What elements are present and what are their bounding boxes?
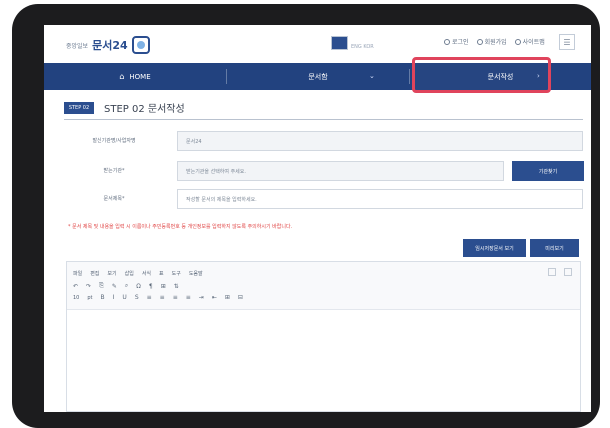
nav-inbox-label: 문서함 [308,72,328,81]
sender-label: 발신기관명/사업자명 [92,138,136,144]
align-center-icon[interactable]: ≡ [160,294,165,301]
top-link-signup[interactable]: 회원가입 [476,37,507,46]
redo-icon[interactable]: ↷ [86,283,91,290]
title-label: 문서제목* [103,196,125,202]
menu-icon[interactable]: ☰ [559,34,575,50]
form-row-sender: 발신기관명/사업자명 문서24 [64,131,583,153]
top-link-label: 로그인 [452,39,469,46]
user-plus-icon [476,38,483,45]
line-height-icon[interactable]: ⇅ [174,283,179,290]
font-size-select[interactable]: 10 [73,295,79,301]
editor-menu-row: 파일 편집 보기 삽입 서식 표 도구 도움말 [73,270,203,277]
top-link-sitemap[interactable]: 사이트맵 [514,37,545,46]
section-divider [64,119,583,120]
rich-text-editor[interactable]: 파일 편집 보기 삽입 서식 표 도구 도움말 ↶ ↷ ⎘ ✎ ⌕ Ω ¶ ⊞ … [66,261,581,412]
underline-icon[interactable]: U [122,294,126,301]
privacy-notice: * 문서 제목 및 내용을 입력 시 이름이나 주민등록번호 등 개인정보를 입… [68,224,293,230]
preview-button[interactable]: 미리보기 [530,239,579,257]
chevron-down-icon: ⌄ [369,72,375,80]
nav-inbox[interactable]: 문서함 [227,63,409,90]
undo-icon[interactable]: ↶ [73,283,78,290]
form-row-title: 문서제목* 작성할 문서의 제목을 입력하세요. [64,189,583,211]
editor-menu-help[interactable]: 도움말 [189,270,203,277]
editor-menu-view[interactable]: 보기 [107,270,116,277]
search-icon[interactable]: ⌕ [125,282,128,290]
language-switch[interactable]: ENG KOR [331,36,374,50]
user-icon [444,38,450,45]
editor-right-controls [548,268,572,276]
edit-icon[interactable]: ✎ [112,283,117,290]
settings-icon[interactable] [564,268,572,276]
editor-toolbar-row-2: ↶ ↷ ⎘ ✎ ⌕ Ω ¶ ⊞ ⇅ [73,282,179,290]
bold-icon[interactable]: B [101,294,105,301]
outdent-icon[interactable]: ⇤ [212,294,217,301]
table-icon[interactable]: ⊞ [161,283,166,290]
editor-menu-format[interactable]: 서식 [142,270,151,277]
editor-toolbar: 파일 편집 보기 삽입 서식 표 도구 도움말 ↶ ↷ ⎘ ✎ ⌕ Ω ¶ ⊞ … [67,262,580,310]
step-heading: STEP 02 STEP 02 문서작성 [64,100,185,115]
editor-menu-file[interactable]: 파일 [73,270,82,277]
nav-home-label: HOME [129,72,151,81]
tablet-frame: 중앙일보 문서24 ENG KOR 로그인 회원가입 사이트맵 ☰ ⌂ HOME… [12,4,600,428]
insert-table-icon[interactable]: ⊞ [225,294,230,301]
indent-icon[interactable]: ⇥ [199,294,204,301]
nav-highlight-frame [412,57,551,93]
italic-icon[interactable]: I [113,294,115,301]
editor-toolbar-row-3: 10 pt B I U S ≡ ≡ ≡ ≡ ⇥ ⇤ ⊞ ⊟ [73,294,243,301]
page-title: STEP 02 문서작성 [104,104,185,115]
editor-content-area[interactable] [67,310,580,411]
top-link-label: 사이트맵 [522,39,545,46]
site-logo[interactable]: 중앙일보 문서24 [66,35,150,55]
top-link-label: 회원가입 [484,39,507,46]
editor-menu-tools[interactable]: 도구 [172,270,181,277]
title-input[interactable]: 작성할 문서의 제목을 입력하세요. [177,189,583,209]
recipient-field[interactable]: 받는기관을 선택하여 주세요. [177,161,504,181]
top-links: 로그인 회원가입 사이트맵 [444,37,545,46]
editor-menu-edit[interactable]: 편집 [90,270,99,277]
copy-icon[interactable]: ⎘ [99,282,104,290]
font-unit-select[interactable]: pt [87,295,92,301]
sitemap-icon [514,38,521,45]
home-icon: ⌂ [119,72,125,81]
strikethrough-icon[interactable]: S [135,294,139,301]
language-label[interactable]: ENG KOR [351,44,374,50]
top-link-login[interactable]: 로그인 [444,37,469,46]
search-recipient-button[interactable]: 기관찾기 [512,161,584,181]
align-justify-icon[interactable]: ≡ [186,294,191,301]
fullscreen-icon[interactable] [548,268,556,276]
step-badge: STEP 02 [64,101,94,114]
temp-save-button[interactable]: 임시저장문서 보기 [463,239,526,257]
special-char-icon[interactable]: Ω [136,283,141,290]
sender-field[interactable]: 문서24 [177,131,583,151]
browser-screen: 중앙일보 문서24 ENG KOR 로그인 회원가입 사이트맵 ☰ ⌂ HOME… [44,25,591,412]
delete-table-icon[interactable]: ⊟ [238,294,243,301]
editor-menu-insert[interactable]: 삽입 [125,270,134,277]
logo-small-text: 중앙일보 [66,42,89,50]
align-left-icon[interactable]: ≡ [147,294,152,301]
paragraph-icon[interactable]: ¶ [149,283,153,290]
align-right-icon[interactable]: ≡ [173,294,178,301]
language-flag-icon[interactable] [331,36,348,50]
logo-mark-icon [131,36,150,54]
form-row-recipient: 받는기관* 받는기관을 선택하여 주세요. 기관찾기 [64,161,584,183]
logo-main-text: 문서24 [92,39,128,52]
recipient-label: 받는기관* [103,168,125,174]
nav-home[interactable]: ⌂ HOME [44,63,226,90]
editor-menu-table[interactable]: 표 [159,270,164,277]
